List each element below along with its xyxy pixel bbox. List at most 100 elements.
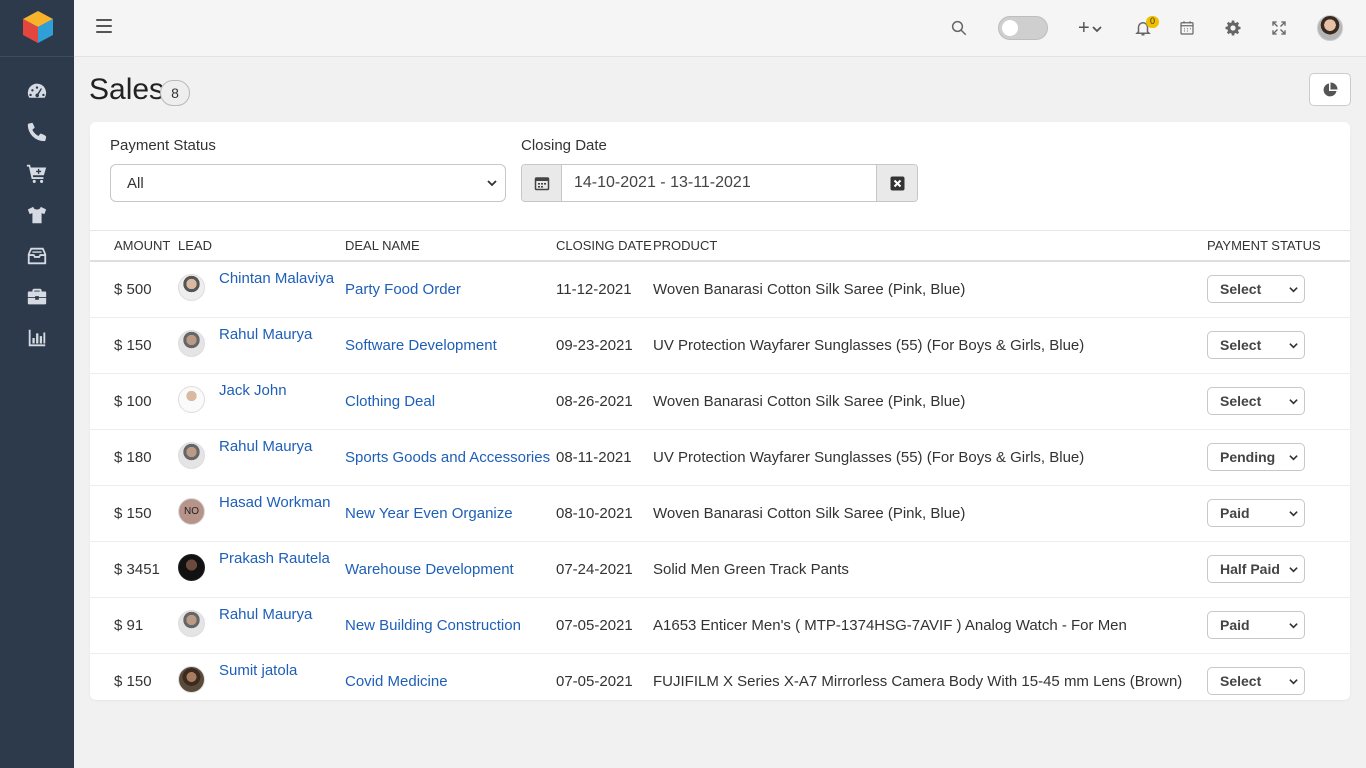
deal-link[interactable]: Clothing Deal [345,393,435,410]
theme-toggle[interactable] [998,16,1048,40]
payment-status-dropdown[interactable]: Paid [1207,611,1305,639]
product-cell: Woven Banarasi Cotton Silk Saree (Pink, … [653,373,1207,430]
close-icon [890,176,904,190]
payment-status-dropdown[interactable]: Select [1207,275,1305,303]
amount-cell: $ 100 [90,373,178,430]
sidebar-item-dashboard[interactable] [0,71,74,111]
deal-link[interactable]: Warehouse Development [345,561,514,578]
column-header-closing-date[interactable]: CLOSING DATE [556,230,653,262]
lead-avatar [178,609,205,637]
deal-link[interactable]: Party Food Order [345,281,461,298]
lead-avatar [178,553,205,581]
table-row: $ 150 NO Hasad Workman New Year Even Organi… [90,485,1350,542]
clear-date-button[interactable] [876,165,917,201]
payment-status-dropdown[interactable]: Paid [1207,499,1305,527]
chevron-down-icon [1289,343,1298,349]
calendar-button[interactable] [1176,17,1198,39]
payment-status-cell: Select [1207,373,1350,430]
menu-toggle-button[interactable] [96,19,112,35]
lead-avatar: NO [178,497,205,525]
payment-status-cell: Half Paid [1207,541,1350,598]
top-bar: + 0 [74,0,1366,57]
payment-status-cell: Pending [1207,429,1350,486]
payment-status-value: Pending [1220,449,1276,465]
deal-link[interactable]: New Building Construction [345,617,521,634]
sidebar-item-products[interactable] [0,195,74,235]
payment-status-value: All [127,174,144,192]
table-row: $ 91 Rahul Maurya New Building Constructio… [90,597,1350,654]
column-header-lead[interactable]: LEAD [178,230,345,262]
notification-count-badge: 0 [1146,16,1159,28]
lead-cell: Rahul Maurya [178,429,345,486]
amount-cell: $ 180 [90,429,178,486]
payment-status-dropdown[interactable]: Select [1207,331,1305,359]
sales-table: AMOUNT LEAD DEAL NAME CLOSING DATE PRODU… [90,230,1350,709]
closing-date-input[interactable]: 14-10-2021 - 13-11-2021 [562,165,876,201]
payment-status-dropdown[interactable]: Select [1207,387,1305,415]
payment-status-cell: Select [1207,260,1350,318]
dashboard-icon [27,83,47,98]
sidebar-divider [0,56,74,57]
briefcase-icon [27,288,47,305]
closing-date-range: 14-10-2021 - 13-11-2021 [521,164,918,202]
closing-date-cell: 07-05-2021 [556,597,653,654]
column-header-product[interactable]: PRODUCT [653,230,1207,262]
product-cell: UV Protection Wayfarer Sunglasses (55) (… [653,429,1207,486]
payment-status-dropdown[interactable]: Half Paid [1207,555,1305,583]
deal-name-cell: Clothing Deal [345,373,556,430]
amount-cell: $ 150 [90,317,178,374]
app-logo[interactable] [20,9,56,45]
deal-link[interactable]: Covid Medicine [345,673,448,690]
date-picker-button[interactable] [522,165,562,201]
deal-link[interactable]: Sports Goods and Accessories [345,449,550,466]
lead-link[interactable]: Sumit jatola [219,662,297,679]
column-header-amount[interactable]: AMOUNT [90,230,178,262]
payment-status-value: Select [1220,281,1262,297]
plus-icon: + [1078,17,1090,39]
deal-link[interactable]: Software Development [345,337,497,354]
sidebar-item-deals[interactable] [0,277,74,317]
cart-icon [26,164,47,183]
lead-link[interactable]: Rahul Maurya [219,326,312,343]
table-row: $ 180 Rahul Maurya Sports Goods and Access… [90,429,1350,486]
closing-date-cell: 08-11-2021 [556,429,653,486]
payment-status-value: Select [1220,673,1262,689]
closing-date-label: Closing Date [521,137,607,154]
lead-link[interactable]: Rahul Maurya [219,438,312,455]
lead-link[interactable]: Chintan Malaviya [219,270,334,287]
closing-date-cell: 08-10-2021 [556,485,653,542]
column-header-deal-name[interactable]: DEAL NAME [345,230,556,262]
closing-date-cell: 08-26-2021 [556,373,653,430]
deal-name-cell: Party Food Order [345,260,556,318]
product-cell: A1653 Enticer Men's ( MTP-1374HSG-7AVIF … [653,597,1207,654]
sidebar-item-calls[interactable] [0,112,74,152]
lead-link[interactable]: Jack John [219,382,287,399]
payment-status-dropdown[interactable]: Select [1207,667,1305,695]
deal-name-cell: Warehouse Development [345,541,556,598]
search-button[interactable] [948,17,970,39]
sidebar-item-inbox[interactable] [0,236,74,276]
payment-status-cell: Select [1207,653,1350,709]
closing-date-cell: 07-24-2021 [556,541,653,598]
payment-status-dropdown[interactable]: Pending [1207,443,1305,471]
fullscreen-button[interactable] [1268,17,1290,39]
chevron-down-icon [1289,511,1298,517]
chart-view-button[interactable] [1309,73,1351,106]
sidebar-item-reports[interactable] [0,318,74,358]
deal-name-cell: Covid Medicine [345,653,556,709]
settings-button[interactable] [1222,17,1244,39]
payment-status-select[interactable]: All [110,164,506,202]
column-header-payment-status[interactable]: PAYMENT STATUS [1207,230,1350,262]
pie-chart-icon [1323,82,1338,96]
sidebar [0,0,74,768]
lead-link[interactable]: Rahul Maurya [219,606,312,623]
quick-add-dropdown[interactable]: + [1078,17,1102,40]
closing-date-cell: 07-05-2021 [556,672,633,690]
product-cell: Woven Banarasi Cotton Silk Saree (Pink, … [653,485,1207,542]
product-cell: Woven Banarasi Cotton Silk Saree (Pink, … [653,260,1207,318]
user-avatar[interactable] [1317,15,1343,41]
sidebar-item-cart[interactable] [0,153,74,193]
deal-link[interactable]: New Year Even Organize [345,505,513,522]
lead-link[interactable]: Prakash Rautela [219,550,330,567]
lead-link[interactable]: Hasad Workman [219,494,330,511]
